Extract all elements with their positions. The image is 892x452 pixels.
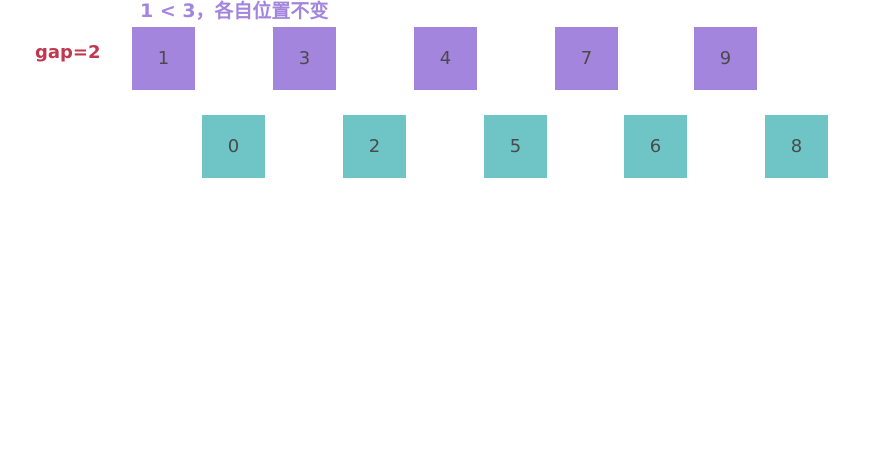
bottom-box-3: 5 (484, 115, 547, 178)
top-box-4: 7 (555, 27, 618, 90)
bottom-box-4: 6 (624, 115, 687, 178)
step-caption: 1 < 3，各自位置不变 (140, 0, 329, 22)
top-box-2: 3 (273, 27, 336, 90)
bottom-box-2: 2 (343, 115, 406, 178)
top-box-5: 9 (694, 27, 757, 90)
bottom-box-5: 8 (765, 115, 828, 178)
bottom-box-1: 0 (202, 115, 265, 178)
gap-label: gap=2 (35, 42, 101, 63)
top-box-3: 4 (414, 27, 477, 90)
top-box-1: 1 (132, 27, 195, 90)
